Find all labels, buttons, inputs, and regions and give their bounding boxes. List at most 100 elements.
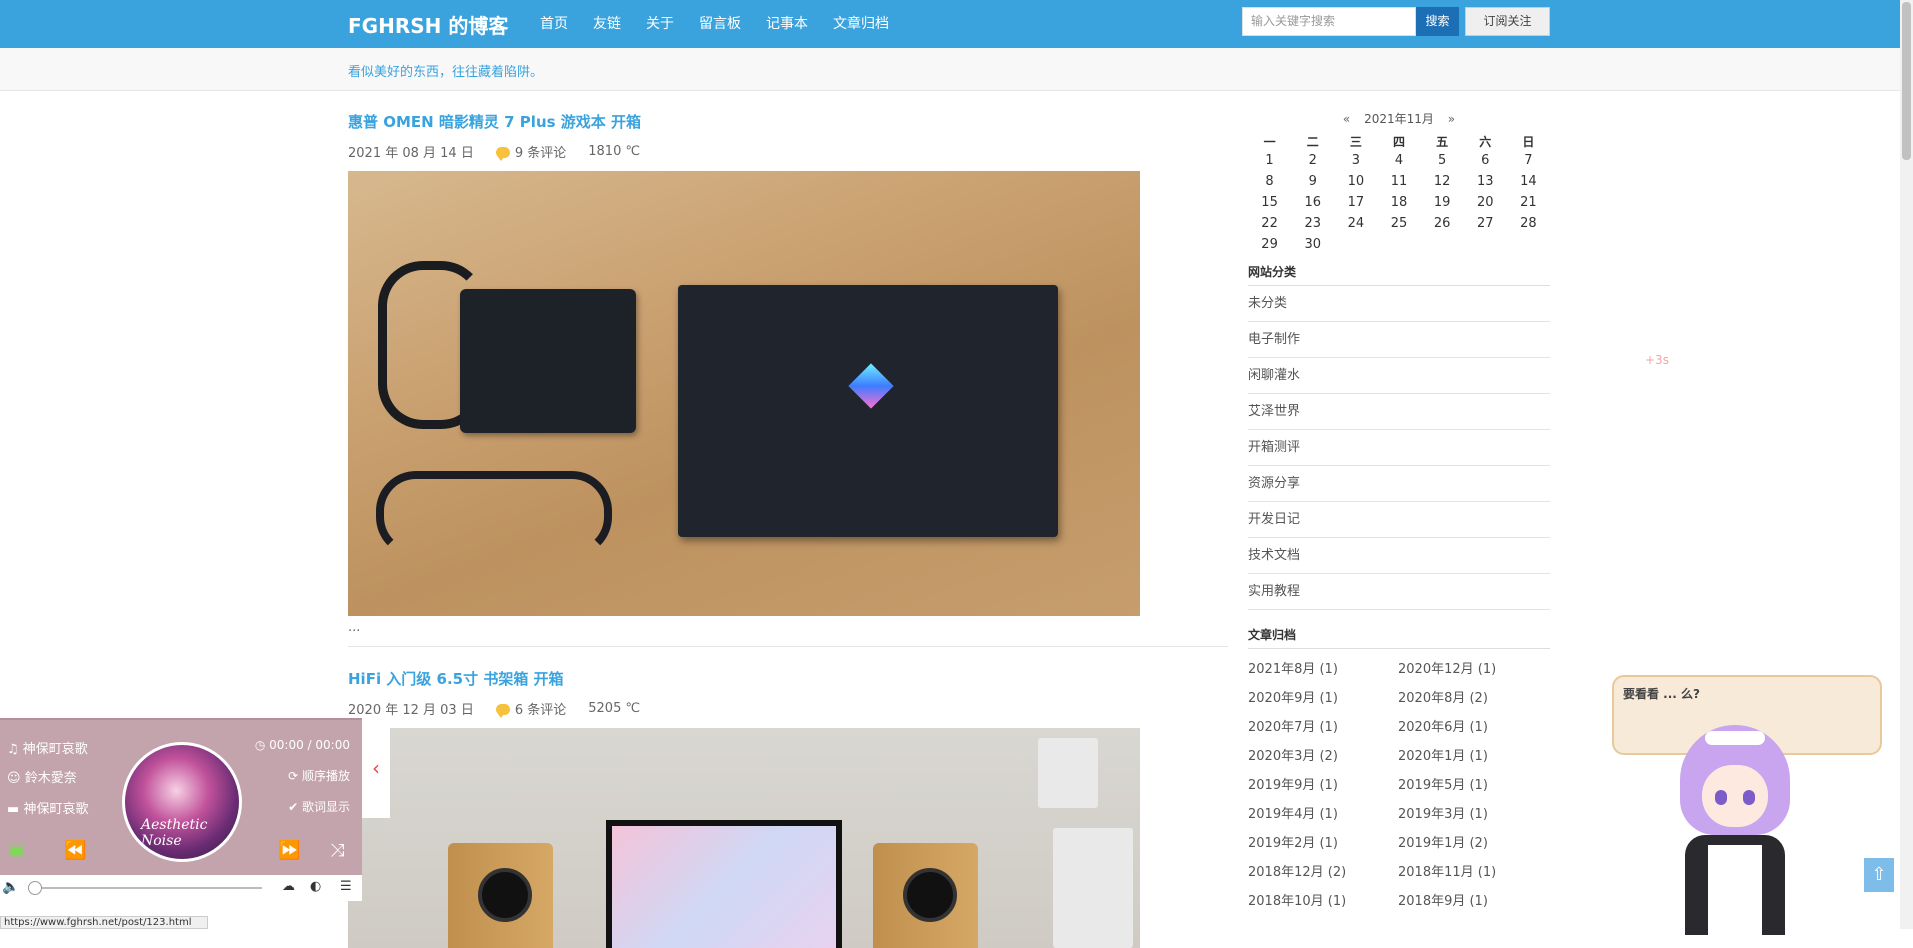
category-item[interactable]: 电子制作 xyxy=(1248,322,1550,358)
calendar-weekday: 二 xyxy=(1306,135,1319,149)
post-title-link[interactable]: 惠普 OMEN 暗影精灵 7 Plus 游戏本 开箱 xyxy=(348,111,1228,132)
volume-icon[interactable]: 🔈 xyxy=(2,879,19,895)
cover-title: Aesthetic Noise xyxy=(141,817,208,849)
archive-link[interactable]: 2018年12月 (2) xyxy=(1248,858,1398,887)
category-item[interactable]: 开箱测评 xyxy=(1248,430,1550,466)
shuffle-icon[interactable]: ⤨ xyxy=(330,840,344,861)
search-input[interactable]: 输入关键字搜索 xyxy=(1242,7,1416,36)
album-cover[interactable]: Aesthetic Noise xyxy=(122,742,242,862)
nav-friends[interactable]: 友链 xyxy=(593,13,621,33)
scrollbar-thumb[interactable] xyxy=(1902,2,1911,160)
power-adapter-image xyxy=(460,289,636,433)
site-title-link[interactable]: FGHRSH 的博客 xyxy=(348,10,508,39)
player-collapse-button[interactable]: ‹ xyxy=(362,718,390,818)
calendar-weekday: 四 xyxy=(1392,135,1405,149)
calendar-day: 15 xyxy=(1261,195,1278,210)
nav-home[interactable]: 首页 xyxy=(540,13,568,33)
nav-guestbook[interactable]: 留言板 xyxy=(699,13,741,33)
woofer xyxy=(478,868,532,922)
nav-notebook[interactable]: 记事本 xyxy=(766,13,808,33)
calendar-day: 20 xyxy=(1477,195,1494,210)
archive-link[interactable]: 2020年7月 (1) xyxy=(1248,713,1398,742)
player-album-name: 神保町哀歌 xyxy=(23,802,89,817)
archive-link[interactable]: 2019年2月 (1) xyxy=(1248,829,1398,858)
archive-link[interactable]: 2020年3月 (2) xyxy=(1248,742,1398,771)
monitor-screen xyxy=(612,826,836,948)
download-cloud-icon[interactable]: ☁ xyxy=(282,879,295,894)
archive-link[interactable]: 2020年1月 (1) xyxy=(1398,742,1548,771)
player-song: ♫ 神保町哀歌 xyxy=(7,738,88,757)
page-scrollbar[interactable] xyxy=(1900,0,1913,929)
calendar-day: 24 xyxy=(1347,216,1365,231)
playlist-icon[interactable]: ▣ xyxy=(8,840,25,861)
player-control-strip: 🔈 ☁ ◐ ☰ xyxy=(0,875,362,901)
subscribe-button[interactable]: 订阅关注 xyxy=(1465,7,1550,36)
category-item[interactable]: 开发日记 xyxy=(1248,502,1550,538)
headphone-stand-image xyxy=(1038,738,1098,808)
next-track-icon[interactable]: ⏩ xyxy=(278,840,300,861)
archive-link[interactable]: 2019年4月 (1) xyxy=(1248,800,1398,829)
previous-track-icon[interactable]: ⏪ xyxy=(64,840,86,861)
post-date: 2020 年 12 月 03 日 xyxy=(348,703,474,718)
post-comments[interactable]: 6 条评论 xyxy=(495,699,566,718)
post-title-link[interactable]: HiFi 入门级 6.5寸 书架箱 开箱 xyxy=(348,668,1228,689)
category-item[interactable]: 未分类 xyxy=(1248,286,1550,322)
archive-link[interactable]: 2019年3月 (1) xyxy=(1398,800,1548,829)
category-item[interactable]: 艾泽世界 xyxy=(1248,394,1550,430)
mascot-face xyxy=(1702,765,1768,827)
category-item[interactable]: 闲聊灌水 xyxy=(1248,358,1550,394)
post-comments[interactable]: 9 条评论 xyxy=(495,142,566,161)
menu-icon[interactable]: ☰ xyxy=(340,879,352,894)
archive-link[interactable]: 2019年1月 (2) xyxy=(1398,829,1548,858)
tagline-bar: 看似美好的东西，往往藏着陷阱。 xyxy=(0,48,1900,91)
calendar-day: 13 xyxy=(1477,174,1494,189)
mascot-character[interactable] xyxy=(1660,725,1810,935)
archive-link[interactable]: 2019年5月 (1) xyxy=(1398,771,1548,800)
progress-bar[interactable] xyxy=(32,887,262,889)
pc-case-image xyxy=(1053,828,1133,948)
archive-link[interactable]: 2020年6月 (1) xyxy=(1398,713,1548,742)
speaker-right-image xyxy=(873,843,978,948)
archive-link[interactable]: 2021年8月 (1) xyxy=(1248,655,1398,684)
calendar-next-button[interactable]: » xyxy=(1448,112,1455,126)
nav-about[interactable]: 关于 xyxy=(646,13,674,33)
calendar-day: 18 xyxy=(1390,195,1408,210)
repeat-icon: ⟳ xyxy=(288,769,299,783)
calendar-day: 10 xyxy=(1347,174,1365,189)
comment-icon xyxy=(495,704,510,718)
archive-link[interactable]: 2020年9月 (1) xyxy=(1248,684,1398,713)
archive-link[interactable]: 2018年9月 (1) xyxy=(1398,887,1548,916)
play-order-toggle[interactable]: ⟳ 顺序播放 xyxy=(288,767,350,784)
calendar-day: 3 xyxy=(1351,153,1360,168)
post-date: 2021 年 08 月 14 日 xyxy=(348,146,474,161)
archive-link[interactable]: 2018年11月 (1) xyxy=(1398,858,1548,887)
calendar-day: 27 xyxy=(1477,216,1494,231)
player-artist: ☺ 鈴木愛奈 xyxy=(7,767,77,786)
progress-knob[interactable] xyxy=(28,881,42,895)
calendar-weekday: 五 xyxy=(1436,135,1449,149)
back-to-top-button[interactable]: ⇧ xyxy=(1864,858,1894,892)
music-player: ♫ 神保町哀歌 ☺ 鈴木愛奈 ▬ 神保町哀歌 ◷ 00:00 / 00:00 ⟳… xyxy=(0,718,362,901)
archive-link[interactable]: 2018年10月 (1) xyxy=(1248,887,1398,916)
calendar-day: 7 xyxy=(1524,153,1533,168)
category-item[interactable]: 资源分享 xyxy=(1248,466,1550,502)
mascot-headband xyxy=(1705,731,1765,745)
status-bar-url: https://www.fghrsh.net/post/123.html xyxy=(0,916,208,929)
toggle-icon[interactable]: ◐ xyxy=(310,879,321,894)
timer-text: +3s xyxy=(1645,353,1669,367)
mascot-eye xyxy=(1715,790,1727,805)
archive-link[interactable]: 2020年8月 (2) xyxy=(1398,684,1548,713)
archive-link[interactable]: 2019年9月 (1) xyxy=(1248,771,1398,800)
category-item[interactable]: 实用教程 xyxy=(1248,574,1550,610)
post-cover-image[interactable] xyxy=(348,171,1140,616)
lyrics-toggle[interactable]: ✔ 歌词显示 xyxy=(288,798,350,815)
search-button[interactable]: 搜索 xyxy=(1416,7,1459,36)
archive-link[interactable]: 2020年12月 (1) xyxy=(1398,655,1548,684)
post-cover-image[interactable] xyxy=(348,728,1140,948)
calendar-day: 25 xyxy=(1390,216,1408,231)
category-item[interactable]: 技术文档 xyxy=(1248,538,1550,574)
nav-archive[interactable]: 文章归档 xyxy=(833,13,889,33)
main-nav: 首页 友链 关于 留言板 记事本 文章归档 xyxy=(540,13,914,33)
calendar-prev-button[interactable]: « xyxy=(1343,112,1350,126)
calendar-day: 11 xyxy=(1390,174,1408,189)
